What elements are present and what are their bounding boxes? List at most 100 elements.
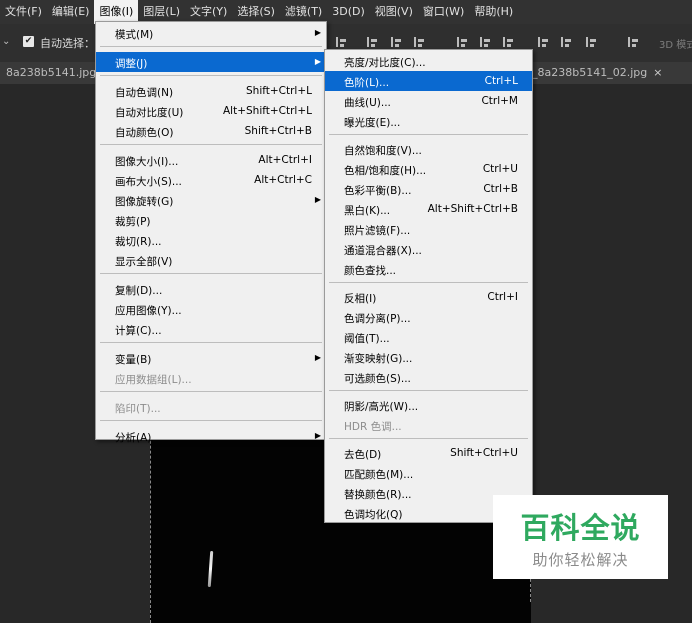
menubar-item-8[interactable]: 视图(V) — [370, 0, 418, 24]
align-icon-2[interactable] — [390, 35, 402, 49]
adjust_menu-item-2[interactable]: 曲线(U)... Ctrl+M — [325, 91, 532, 111]
align-icon-1[interactable] — [366, 35, 378, 49]
menu-item-shortcut: Ctrl+B — [483, 183, 518, 195]
adjust_menu-item-5[interactable]: 自然饱和度(V)... — [325, 139, 532, 159]
menubar-item-9[interactable]: 窗口(W) — [418, 0, 469, 24]
align-icon-7[interactable] — [537, 35, 549, 49]
image_menu-item-13[interactable]: 显示全部(V) — [96, 250, 326, 270]
menu-separator — [329, 134, 528, 135]
align-icon-0[interactable] — [335, 35, 347, 49]
menu-item-label: 图像旋转(G) — [115, 196, 174, 208]
menubar-item-0[interactable]: 文件(F) — [0, 0, 47, 24]
adjust_menu-item-14[interactable]: 色调分离(P)... — [325, 307, 532, 327]
menubar-item-7[interactable]: 3D(D) — [327, 0, 370, 24]
adjust_menu-item-7[interactable]: 色彩平衡(B)... Ctrl+B — [325, 179, 532, 199]
adjust_menu-item-16[interactable]: 渐变映射(G)... — [325, 347, 532, 367]
menu-item-label: 画布大小(S)... — [115, 176, 182, 188]
menu-item-label: 自动色调(N) — [115, 87, 174, 99]
menu-separator — [100, 75, 322, 76]
align-icon-3[interactable] — [413, 35, 425, 49]
menu-item-label: 自动对比度(U) — [115, 107, 184, 119]
menu-item-shortcut: Shift+Ctrl+B — [244, 125, 312, 137]
light-streak — [207, 550, 214, 588]
image_menu-item-8[interactable]: 图像大小(I)... Alt+Ctrl+I — [96, 150, 326, 170]
adjust_menu-item-9[interactable]: 照片滤镜(F)... — [325, 219, 532, 239]
document-tab-label: _8a238b5141_02.jpg — [532, 66, 648, 79]
menu-item-label: 色彩平衡(B)... — [344, 185, 412, 197]
adjust_menu-item-10[interactable]: 通道混合器(X)... — [325, 239, 532, 259]
menu-separator — [100, 46, 322, 47]
auto-select-label: 自动选择： — [40, 37, 95, 50]
menu-item-shortcut: Ctrl+L — [484, 75, 518, 87]
image_menu-item-2[interactable]: 调整(J) ▶ — [96, 52, 326, 72]
submenu-arrow-icon: ▶ — [314, 431, 321, 440]
menubar-item-10[interactable]: 帮助(H) — [469, 0, 518, 24]
adjust_menu-item-23[interactable]: 匹配颜色(M)... — [325, 463, 532, 483]
adjust_menu-item-3[interactable]: 曝光度(E)... — [325, 111, 532, 131]
align-icon-10[interactable] — [627, 35, 639, 49]
menu-separator — [329, 390, 528, 391]
menu-item-label: 色调分离(P)... — [344, 313, 411, 325]
image_menu-item-6[interactable]: 自动颜色(O) Shift+Ctrl+B — [96, 121, 326, 141]
menu-item-label: 调整(J) — [115, 58, 148, 70]
auto-select-checkbox[interactable]: ✔ — [23, 36, 34, 47]
align-icon-9[interactable] — [585, 35, 597, 49]
menu-item-label: 匹配颜色(M)... — [344, 469, 414, 481]
close-tab-icon[interactable]: × — [653, 66, 662, 79]
menu-item-label: 通道混合器(X)... — [344, 245, 422, 257]
image_menu-item-0[interactable]: 模式(M) ▶ — [96, 23, 326, 43]
menu-item-label: 自动颜色(O) — [115, 127, 174, 139]
menu-item-label: 反相(I) — [344, 293, 377, 305]
align-icon-4[interactable] — [456, 35, 468, 49]
watermark-subtitle: 助你轻松解决 — [532, 551, 629, 569]
menu-item-shortcut: Ctrl+I — [487, 291, 518, 303]
menu-item-shortcut: Ctrl+M — [481, 95, 518, 107]
adjust_menu-item-0[interactable]: 亮度/对比度(C)... — [325, 51, 532, 71]
adjust_menu-item-19[interactable]: 阴影/高光(W)... — [325, 395, 532, 415]
mode-3d-label: 3D 模式： — [659, 40, 692, 51]
image_menu-item-11[interactable]: 裁剪(P) — [96, 210, 326, 230]
image_menu-item-4[interactable]: 自动色调(N) Shift+Ctrl+L — [96, 81, 326, 101]
adjust_menu-item-1[interactable]: 色阶(L)... Ctrl+L — [325, 71, 532, 91]
image_menu-item-17[interactable]: 计算(C)... — [96, 319, 326, 339]
menu-item-label: 色阶(L)... — [344, 77, 390, 89]
menubar-item-1[interactable]: 编辑(E) — [47, 0, 95, 24]
adjust_menu-item-22[interactable]: 去色(D) Shift+Ctrl+U — [325, 443, 532, 463]
menu-item-shortcut: Shift+Ctrl+U — [450, 447, 518, 459]
adjust_menu-item-15[interactable]: 阈值(T)... — [325, 327, 532, 347]
menu-item-label: 模式(M) — [115, 29, 154, 41]
adjust_menu-item-20: HDR 色调... — [325, 415, 532, 435]
adjust_menu-item-11[interactable]: 颜色查找... — [325, 259, 532, 279]
align-icon-8[interactable] — [560, 35, 572, 49]
adjust_menu-item-8[interactable]: 黑白(K)... Alt+Shift+Ctrl+B — [325, 199, 532, 219]
submenu-arrow-icon: ▶ — [314, 195, 321, 204]
image_menu-item-9[interactable]: 画布大小(S)... Alt+Ctrl+C — [96, 170, 326, 190]
menu-item-shortcut: Shift+Ctrl+L — [246, 85, 312, 97]
adjust_menu-item-6[interactable]: 色相/饱和度(H)... Ctrl+U — [325, 159, 532, 179]
menu-item-label: 曝光度(E)... — [344, 117, 401, 129]
adjust_menu-item-17[interactable]: 可选颜色(S)... — [325, 367, 532, 387]
menu-item-label: 色调均化(Q) — [344, 509, 403, 521]
image_menu-item-5[interactable]: 自动对比度(U) Alt+Shift+Ctrl+L — [96, 101, 326, 121]
menu-item-label: 曲线(U)... — [344, 97, 391, 109]
align-icon-6[interactable] — [502, 35, 514, 49]
image-menu: 模式(M) ▶ 调整(J) ▶ 自动色调(N) Shift+Ctrl+L 自动对比度(U) A… — [95, 21, 327, 444]
menu-item-label: 显示全部(V) — [115, 256, 173, 268]
menu-item-label: 陷印(T)... — [115, 403, 161, 415]
menu-item-label: 照片滤镜(F)... — [344, 225, 411, 237]
tool-preset-chevron-icon[interactable]: ⌄ — [2, 36, 10, 47]
menu-item-shortcut: Ctrl+U — [482, 163, 518, 175]
image_menu-item-19[interactable]: 变量(B) ▶ — [96, 348, 326, 368]
image_menu-item-15[interactable]: 复制(D)... — [96, 279, 326, 299]
align-icon-5[interactable] — [479, 35, 491, 49]
adjust_menu-item-13[interactable]: 反相(I) Ctrl+I — [325, 287, 532, 307]
image_menu-item-16[interactable]: 应用图像(Y)... — [96, 299, 326, 319]
menu-item-shortcut: Alt+Shift+Ctrl+L — [222, 105, 312, 117]
document-tab-right[interactable]: _8a238b5141_02.jpg × — [532, 66, 662, 79]
image_menu-item-12[interactable]: 裁切(R)... — [96, 230, 326, 250]
menu-separator — [100, 144, 322, 145]
image_menu-item-24[interactable]: 分析(A) ▶ — [96, 426, 326, 446]
menu-item-label: 裁剪(P) — [115, 216, 151, 228]
document-tab-left[interactable]: 8a238b5141.jpg — [6, 66, 96, 79]
image_menu-item-10[interactable]: 图像旋转(G) ▶ — [96, 190, 326, 210]
